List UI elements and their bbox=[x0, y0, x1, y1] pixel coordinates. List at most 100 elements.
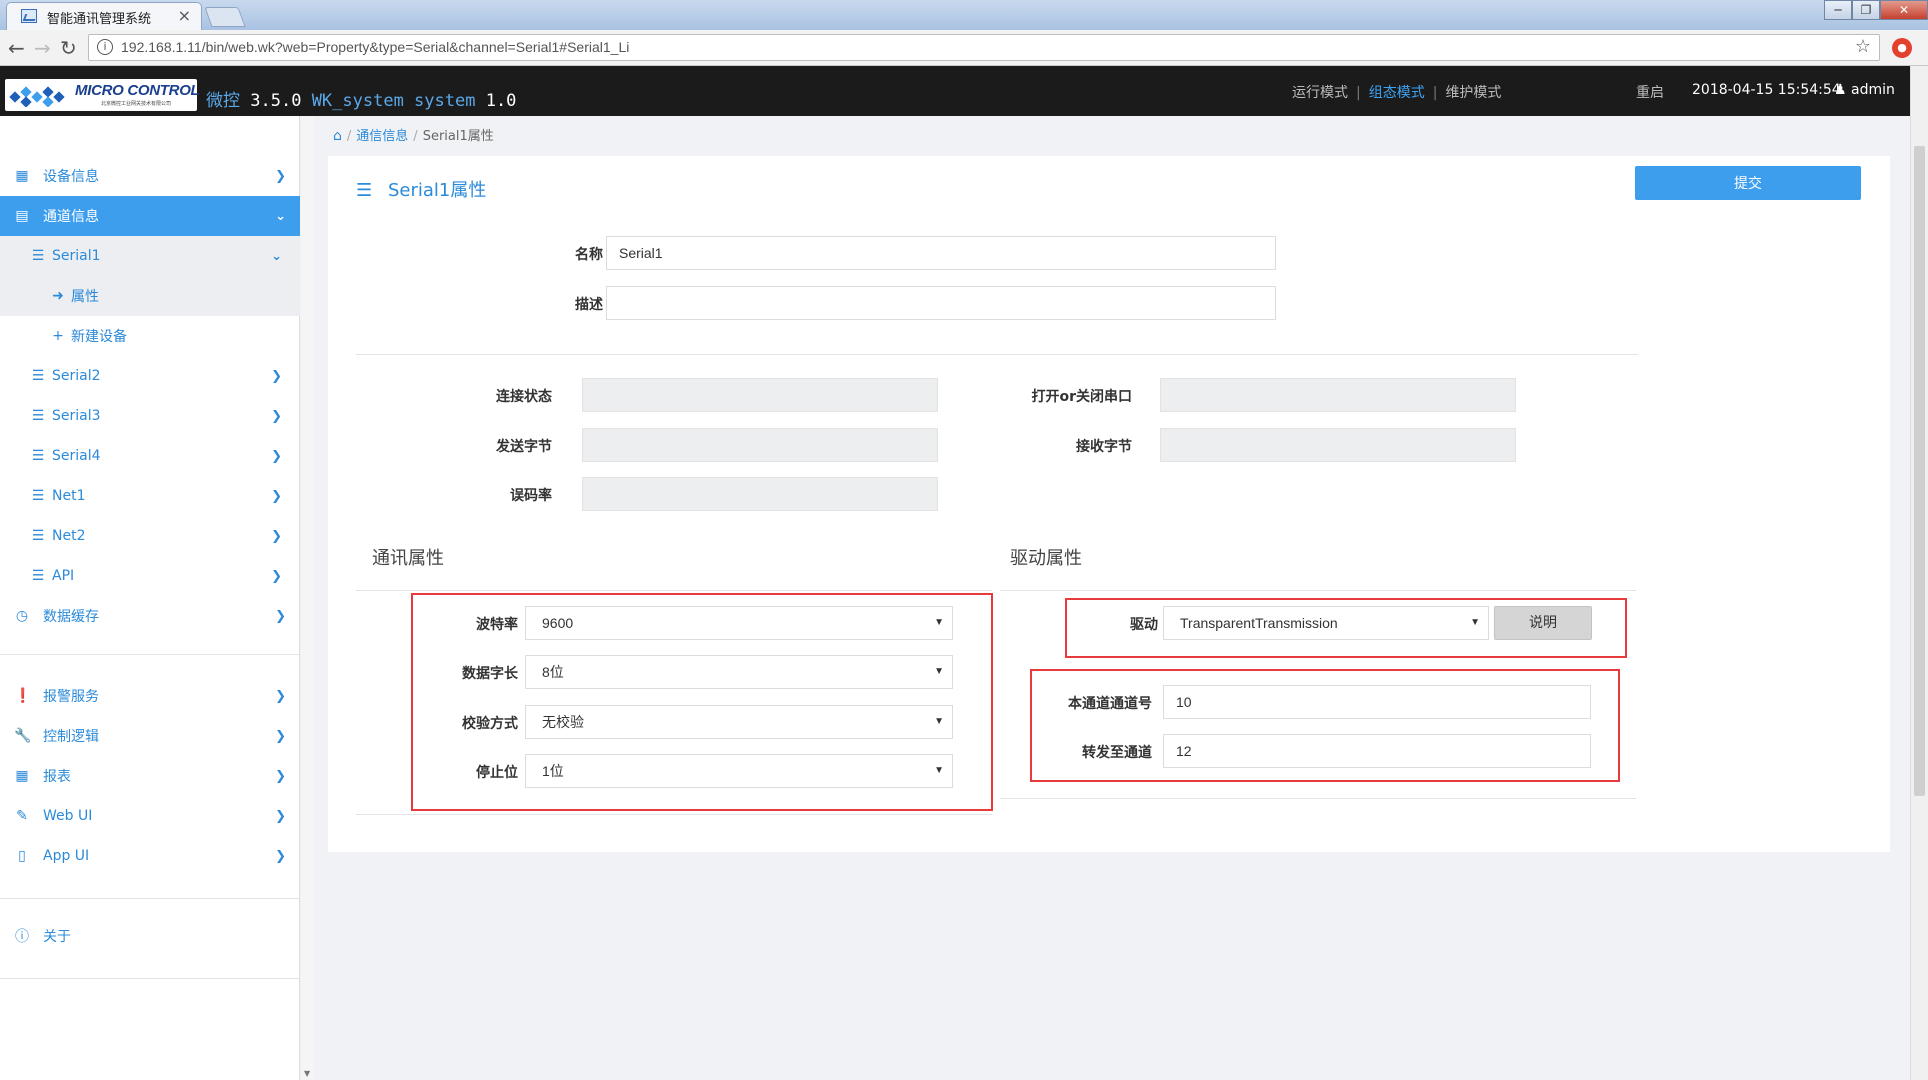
description-input[interactable] bbox=[606, 286, 1276, 320]
user-menu[interactable]: ♟ admin bbox=[1834, 82, 1895, 98]
window-close-button[interactable]: ✕ bbox=[1880, 0, 1928, 20]
sidebar-item-label: Net2 bbox=[52, 528, 86, 544]
address-bar: ← → ↻ i 192.168.1.11/bin/web.wk?web=Prop… bbox=[0, 30, 1928, 66]
sidebar-item-api[interactable]: ☰ API ❯ bbox=[0, 556, 300, 596]
sidebar-item-label: 报警服务 bbox=[43, 689, 99, 705]
sidebar-item-net2[interactable]: ☰ Net2 ❯ bbox=[0, 516, 300, 556]
logo: MICRO CONTROL 北京微控工业网关技术有限公司 bbox=[5, 79, 200, 111]
sidebar-item-label: Serial2 bbox=[52, 368, 101, 384]
sidebar-item-serial1[interactable]: ☰ Serial1 ⌄ bbox=[0, 236, 300, 276]
bookmark-star-icon[interactable]: ☆ bbox=[1855, 36, 1871, 57]
mode-switcher: 运行模式 | 组态模式 | 维护模式 bbox=[1292, 82, 1501, 102]
list-icon: ☰ bbox=[31, 528, 45, 544]
sidebar-item-device-info[interactable]: ▦ 设备信息 ❯ bbox=[0, 156, 300, 196]
version-number: 3.5.0 bbox=[250, 91, 302, 111]
minimize-button[interactable]: ─ bbox=[1824, 0, 1852, 20]
error-rate-label: 误码率 bbox=[510, 488, 552, 504]
home-icon[interactable]: ⌂ bbox=[333, 128, 342, 144]
sidebar-item-app-ui[interactable]: ▯ App UI ❯ bbox=[0, 836, 300, 876]
page-scrollbar[interactable] bbox=[1910, 66, 1928, 1080]
comm-highlight-box bbox=[411, 593, 993, 811]
sidebar-item-label: 通道信息 bbox=[43, 209, 99, 225]
sidebar-item-serial4[interactable]: ☰ Serial4 ❯ bbox=[0, 436, 300, 476]
submit-button[interactable]: 提交 bbox=[1635, 166, 1861, 200]
browser-tab[interactable]: 智能通讯管理系统 × bbox=[6, 2, 202, 30]
tab-close-icon[interactable]: × bbox=[178, 6, 191, 25]
sidebar-item-alarm-service[interactable]: ❗ 报警服务 ❯ bbox=[0, 676, 300, 716]
sidebar-item-web-ui[interactable]: ✎ Web UI ❯ bbox=[0, 796, 300, 836]
logo-subtext: 北京微控工业网关技术有限公司 bbox=[101, 101, 172, 107]
chevron-right-icon: ❯ bbox=[271, 448, 282, 464]
list-icon: ☰ bbox=[31, 448, 45, 464]
sidebar-item-label: 数据缓存 bbox=[43, 609, 99, 625]
logo-mark-icon bbox=[9, 86, 65, 107]
reload-icon[interactable]: ↻ bbox=[60, 36, 77, 60]
sidebar-item-label: 控制逻辑 bbox=[43, 729, 99, 745]
sidebar-item-net1[interactable]: ☰ Net1 ❯ bbox=[0, 476, 300, 516]
chevron-right-icon: ❯ bbox=[271, 408, 282, 424]
sidebar-item-label: 属性 bbox=[71, 289, 99, 305]
breadcrumb-separator: / bbox=[346, 129, 352, 144]
sidebar-item-property[interactable]: ➜ 属性 bbox=[0, 276, 300, 316]
received-bytes-label: 接收字节 bbox=[1076, 439, 1132, 455]
sidebar-item-about[interactable]: ⓘ 关于 bbox=[0, 916, 300, 956]
sidebar-item-serial3[interactable]: ☰ Serial3 ❯ bbox=[0, 396, 300, 436]
sidebar-item-report[interactable]: ▦ 报表 ❯ bbox=[0, 756, 300, 796]
site-info-icon[interactable]: i bbox=[97, 39, 113, 55]
browser-titlebar: 智能通讯管理系统 × ─ ❐ ✕ bbox=[0, 0, 1928, 30]
app-name: 微控 bbox=[206, 91, 240, 111]
sidebar-divider bbox=[0, 654, 300, 655]
plus-icon: + bbox=[52, 328, 64, 344]
mode-separator: | bbox=[1356, 85, 1361, 101]
back-icon[interactable]: ← bbox=[8, 36, 25, 60]
chevron-down-icon: ⌄ bbox=[271, 248, 282, 264]
sidebar-item-data-cache[interactable]: ◷ 数据缓存 ❯ bbox=[0, 596, 300, 636]
breadcrumb-channel-info[interactable]: 通信信息 bbox=[356, 129, 408, 144]
mode-config[interactable]: 组态模式 bbox=[1369, 85, 1425, 101]
chevron-down-icon: ⌄ bbox=[275, 208, 286, 224]
mode-run[interactable]: 运行模式 bbox=[1292, 85, 1348, 101]
sidebar-item-channel-info[interactable]: ▤ 通道信息 ⌄ bbox=[0, 196, 300, 236]
url-input[interactable]: i 192.168.1.11/bin/web.wk?web=Property&t… bbox=[88, 34, 1880, 61]
wrench-icon: 🔧 bbox=[14, 728, 32, 744]
divider bbox=[1000, 590, 1636, 591]
new-tab-button[interactable] bbox=[204, 7, 246, 27]
scroll-down-icon[interactable]: ▼ bbox=[304, 1069, 310, 1078]
sidebar-item-control-logic[interactable]: 🔧 控制逻辑 ❯ bbox=[0, 716, 300, 756]
arrow-right-icon: ➜ bbox=[52, 288, 64, 304]
sidebar-divider bbox=[0, 978, 300, 979]
sidebar-item-new-device[interactable]: + 新建设备 bbox=[0, 316, 300, 356]
chevron-right-icon: ❯ bbox=[275, 768, 286, 784]
chevron-right-icon: ❯ bbox=[275, 688, 286, 704]
connection-status-field bbox=[582, 378, 938, 412]
mode-maintenance[interactable]: 维护模式 bbox=[1445, 85, 1501, 101]
window-controls: ─ ❐ ✕ bbox=[1824, 0, 1928, 20]
chevron-right-icon: ❯ bbox=[275, 608, 286, 624]
sidebar: ▦ 设备信息 ❯ ▤ 通道信息 ⌄ ☰ Serial1 ⌄ ➜ 属性 + 新建设… bbox=[0, 116, 300, 1080]
divider bbox=[356, 354, 1638, 355]
page-title-text: Serial1属性 bbox=[388, 180, 487, 201]
url-text[interactable]: 192.168.1.11/bin/web.wk?web=Property&typ… bbox=[121, 39, 629, 55]
sidebar-item-label: Serial4 bbox=[52, 448, 101, 464]
scrollbar-thumb[interactable] bbox=[1914, 146, 1925, 796]
name-label: 名称 bbox=[575, 247, 603, 263]
calendar-icon: ▦ bbox=[15, 768, 29, 784]
name-input[interactable]: Serial1 bbox=[606, 236, 1276, 270]
extension-icon[interactable]: ● bbox=[1892, 38, 1912, 58]
forward-icon[interactable]: → bbox=[34, 36, 51, 60]
driver-section-title: 驱动属性 bbox=[1010, 548, 1082, 569]
restore-button[interactable]: ❐ bbox=[1852, 0, 1880, 20]
sidebar-item-label: App UI bbox=[43, 848, 90, 864]
sidebar-scrollbar[interactable]: ▼ bbox=[301, 116, 314, 1080]
restart-button[interactable]: 重启 bbox=[1636, 82, 1664, 102]
list-icon: ☰ bbox=[31, 568, 45, 584]
list-icon: ☰ bbox=[31, 408, 45, 424]
open-close-port-label: 打开or关闭串口 bbox=[1031, 389, 1132, 405]
sent-bytes-field bbox=[582, 428, 938, 462]
sidebar-item-label: 关于 bbox=[43, 929, 71, 945]
sidebar-item-label: Net1 bbox=[52, 488, 86, 504]
sidebar-item-serial2[interactable]: ☰ Serial2 ❯ bbox=[0, 356, 300, 396]
divider bbox=[356, 814, 992, 815]
breadcrumb-current: Serial1属性 bbox=[422, 129, 494, 144]
property-panel: ☰ Serial1属性 提交 名称 Serial1 描述 连接状态 发送字节 误码… bbox=[328, 156, 1890, 852]
